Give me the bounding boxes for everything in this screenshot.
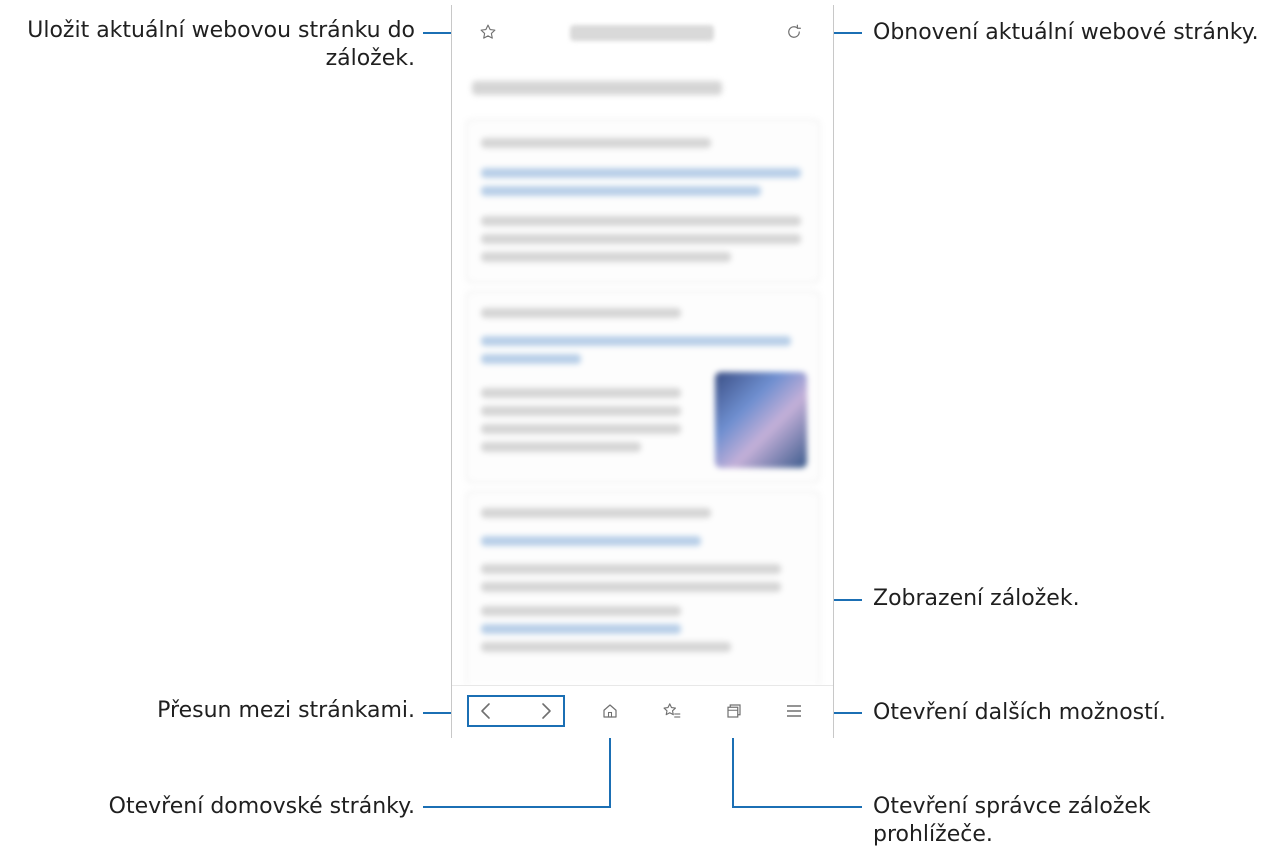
callout-tab-manager-line2: prohlížeče.	[873, 822, 993, 847]
webpage-content	[458, 55, 826, 685]
menu-button[interactable]	[782, 699, 806, 723]
tabs-icon	[727, 704, 741, 718]
content-card[interactable]	[466, 119, 820, 283]
refresh-button[interactable]	[782, 20, 806, 44]
star-outline-icon	[480, 24, 496, 39]
tabs-button[interactable]	[722, 699, 746, 723]
url-bar[interactable]	[570, 25, 714, 41]
back-button[interactable]	[474, 699, 498, 723]
leader-home	[423, 806, 611, 808]
content-line	[481, 336, 791, 346]
content-line	[481, 308, 681, 318]
content-line	[481, 216, 801, 226]
browser-top-bar	[452, 5, 833, 53]
callout-tab-manager-line1: Otevření správce záložek	[873, 794, 1151, 819]
browser-window	[451, 5, 834, 738]
content-line	[481, 508, 711, 518]
article-thumbnail	[715, 372, 807, 468]
hamburger-menu-icon	[787, 705, 801, 717]
add-bookmark-button[interactable]	[476, 20, 500, 44]
callout-show-bookmarks: Zobrazení záložek.	[873, 586, 1080, 611]
callout-tab-manager: Otevření správce záložek prohlížeče.	[873, 793, 1151, 849]
content-line	[481, 606, 681, 616]
callout-bookmark-save-line2: záložek.	[325, 46, 415, 71]
leader-tab-manager	[732, 806, 862, 808]
chevron-right-icon	[542, 703, 551, 719]
content-line	[481, 354, 581, 364]
callout-bookmark-save-line1: Uložit aktuální webovou stránku do	[27, 18, 415, 43]
chevron-left-icon	[481, 703, 490, 719]
content-line	[481, 252, 731, 262]
content-line	[481, 138, 711, 148]
callout-home-page: Otevření domovské stránky.	[108, 794, 415, 819]
forward-button[interactable]	[534, 699, 558, 723]
home-icon	[603, 704, 617, 718]
content-card[interactable]	[466, 491, 820, 685]
refresh-icon	[788, 24, 801, 38]
home-button[interactable]	[598, 699, 622, 723]
content-line	[481, 642, 731, 652]
content-line	[481, 234, 801, 244]
content-line	[481, 582, 781, 592]
content-line	[481, 442, 641, 452]
bottom-navigation-bar	[452, 685, 833, 738]
callout-refresh: Obnovení aktuální webové stránky.	[873, 20, 1259, 45]
search-bar-blurred	[472, 81, 722, 95]
callout-more-options: Otevření dalších možností.	[873, 700, 1166, 725]
callout-page-navigation: Přesun mezi stránkami.	[157, 698, 415, 723]
star-list-icon	[663, 703, 681, 718]
content-line	[481, 168, 801, 178]
content-card[interactable]	[466, 291, 820, 483]
bookmarks-button[interactable]	[660, 699, 684, 723]
content-line	[481, 536, 701, 546]
content-line	[481, 406, 681, 416]
content-line	[481, 624, 681, 634]
content-line	[481, 564, 781, 574]
content-line	[481, 424, 681, 434]
callout-bookmark-save: Uložit aktuální webovou stránku do zálož…	[10, 17, 415, 73]
content-line	[481, 388, 681, 398]
content-line	[481, 186, 761, 196]
